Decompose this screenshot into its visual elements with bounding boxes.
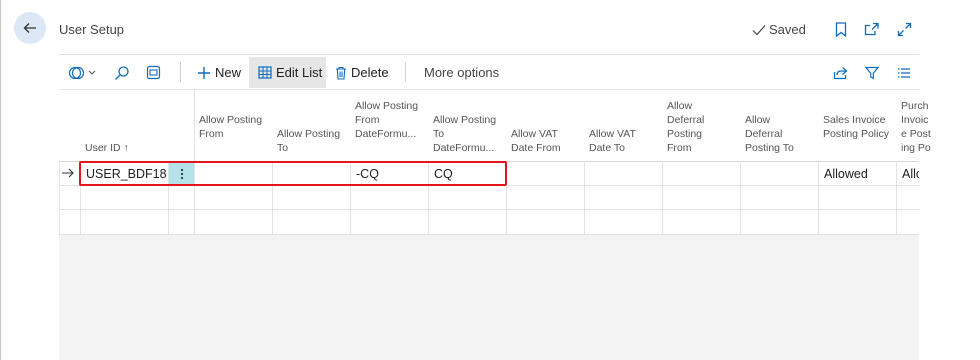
show-as-cards-button[interactable] xyxy=(146,57,166,88)
edit-list-label: Edit List xyxy=(276,65,323,80)
grid-line xyxy=(428,161,429,235)
edit-list-button[interactable]: Edit List xyxy=(249,57,326,88)
cell-purch-invoice-posting-policy[interactable]: Allowed xyxy=(902,167,919,181)
grid-line xyxy=(506,161,507,235)
sort-ascending-icon: ↑ xyxy=(123,142,129,154)
grid-line xyxy=(59,161,919,162)
filter-views-icon xyxy=(68,66,96,79)
header-divider xyxy=(59,54,919,55)
grid-line xyxy=(59,161,60,235)
toolbar-separator xyxy=(180,62,181,82)
grid-line xyxy=(740,161,741,235)
open-in-new-window-icon[interactable] xyxy=(863,20,881,38)
arrow-left-icon xyxy=(23,23,36,33)
grid-line xyxy=(350,161,351,235)
column-header-purch-invoice-posting-policy[interactable]: Purch Invoice Posting Policy xyxy=(901,99,933,155)
list-view-button[interactable] xyxy=(897,57,911,88)
share-icon xyxy=(833,66,848,79)
grid-line xyxy=(584,161,585,235)
saved-label: Saved xyxy=(769,22,806,37)
delete-label: Delete xyxy=(351,65,389,80)
bookmark-icon[interactable] xyxy=(832,20,850,38)
view-options-button[interactable] xyxy=(67,57,101,88)
expand-icon[interactable] xyxy=(895,20,913,38)
more-options-button[interactable]: More options xyxy=(424,57,499,88)
new-button[interactable]: New xyxy=(191,57,247,88)
card-view-icon xyxy=(146,65,161,80)
list-icon xyxy=(898,67,910,78)
page-border xyxy=(0,0,1,360)
saved-status: Saved xyxy=(752,22,806,37)
more-vertical-icon xyxy=(180,168,183,179)
column-header-allow-posting-from[interactable]: Allow Posting From xyxy=(199,113,269,141)
back-button[interactable] xyxy=(14,12,46,44)
cell-allow-posting-to-dateformula[interactable]: CQ xyxy=(434,167,504,181)
edit-list-icon xyxy=(258,66,272,79)
grid-line xyxy=(59,185,919,186)
arrow-right-icon xyxy=(62,168,74,178)
trash-icon xyxy=(336,66,346,80)
current-row-indicator xyxy=(61,166,75,184)
grid-line xyxy=(59,209,919,210)
cell-allow-posting-from-dateformula[interactable]: -CQ xyxy=(356,167,426,181)
column-header-allow-posting-to[interactable]: Allow Posting To xyxy=(277,127,343,155)
grid-line xyxy=(896,161,897,235)
column-header-allow-vat-date-to[interactable]: Allow VAT Date To xyxy=(589,127,647,155)
search-icon xyxy=(115,65,129,80)
column-header-allow-deferral-posting-from[interactable]: Allow Deferral Posting From xyxy=(667,99,729,155)
column-header-user-id[interactable]: User ID ↑ xyxy=(85,141,165,155)
page-title: User Setup xyxy=(59,22,125,37)
grid-line xyxy=(194,89,195,235)
toolbar-separator xyxy=(405,62,406,82)
column-header-allow-posting-from-dateformula[interactable]: Allow Posting From DateFormu... xyxy=(355,99,427,141)
column-header-allow-posting-to-dateformula[interactable]: Allow Posting To DateFormu... xyxy=(433,113,505,155)
search-button[interactable] xyxy=(114,57,134,88)
column-header-sales-invoice-posting-policy[interactable]: Sales Invoice Posting Policy xyxy=(823,113,893,141)
cell-sales-invoice-posting-policy[interactable]: Allowed xyxy=(824,167,894,181)
share-button[interactable] xyxy=(833,57,848,88)
plus-icon xyxy=(198,66,210,79)
grid-line xyxy=(662,161,663,235)
grid-line xyxy=(59,234,919,235)
row-actions-button[interactable] xyxy=(169,163,194,184)
delete-button[interactable]: Delete xyxy=(335,57,389,88)
grid-line xyxy=(80,161,81,235)
action-bar: New Edit List Delete More options xyxy=(59,57,919,88)
filter-icon xyxy=(865,66,879,80)
new-button-label: New xyxy=(215,65,242,80)
checkmark-icon xyxy=(752,24,766,35)
filter-button[interactable] xyxy=(865,57,879,88)
column-header-allow-deferral-posting-to[interactable]: Allow Deferral Posting To xyxy=(745,113,809,155)
cell-user-id[interactable]: USER_BDF18... xyxy=(86,167,166,181)
column-header-label: User ID xyxy=(85,142,121,154)
data-grid xyxy=(59,89,919,235)
column-header-allow-vat-date-from[interactable]: Allow VAT Date From xyxy=(511,127,577,155)
grid-line xyxy=(59,89,919,90)
grid-line xyxy=(818,161,819,235)
grid-line xyxy=(272,161,273,235)
